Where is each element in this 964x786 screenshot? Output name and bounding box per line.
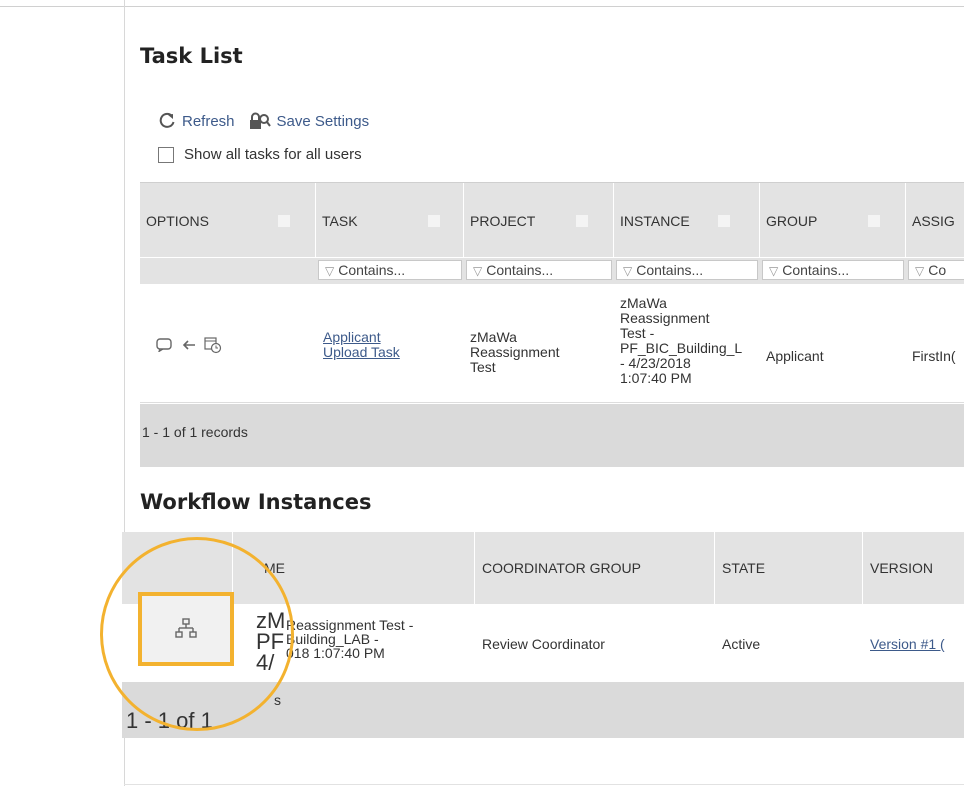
refresh-button[interactable]: Refresh — [158, 112, 235, 130]
workflow-diagram-button[interactable] — [138, 592, 234, 666]
col-version[interactable]: VERSION — [870, 560, 933, 576]
filter-icon: ▽ — [325, 264, 335, 278]
instance-cell: zMaWa Reassignment Test - PF_BIC_Buildin… — [620, 296, 742, 386]
column-menu-icon[interactable] — [718, 215, 730, 227]
col-task-label: TASK — [322, 213, 358, 229]
task-filter[interactable]: ▽ Contains... — [318, 260, 462, 280]
instance-filter-text: Contains... — [636, 262, 704, 278]
col-project-label: PROJECT — [470, 213, 536, 229]
instance-name: Reassignment Test - Building_LAB - 018 1… — [286, 618, 413, 660]
comment-icon[interactable] — [156, 338, 172, 352]
project-cell: zMaWa Reassignment Test — [470, 330, 560, 375]
bottom-divider — [124, 784, 964, 785]
instance-filter[interactable]: ▽ Contains... — [616, 260, 758, 280]
filter-icon: ▽ — [623, 264, 633, 278]
instance-line: PF_BIC_Building_L — [620, 340, 743, 356]
project-line: Reassignment — [470, 344, 560, 360]
filter-icon: ▽ — [915, 264, 925, 278]
task-link[interactable]: Applicant Upload Task — [323, 330, 400, 360]
project-line: zMaWa — [470, 329, 517, 345]
assignee-filter-text: Co — [928, 262, 947, 278]
column-menu-icon[interactable] — [868, 215, 880, 227]
col-options[interactable]: OPTIONS — [140, 183, 316, 257]
workflow-records-count: 1 - 1 of 1 — [126, 708, 213, 733]
workflow-row: zM PF 4/ Reassignment Test - Building_LA… — [122, 604, 964, 682]
assignee-filter[interactable]: ▽ Co — [908, 260, 964, 280]
top-divider — [0, 6, 964, 7]
version-link[interactable]: Version #1 ( — [870, 636, 945, 652]
coordinator-group-cell: Review Coordinator — [482, 636, 605, 652]
refresh-icon — [159, 112, 175, 128]
column-divider — [714, 532, 715, 604]
column-divider — [862, 532, 863, 604]
calendar-clock-icon[interactable] — [204, 336, 222, 354]
show-all-tasks[interactable]: Show all tasks for all users — [158, 146, 362, 163]
col-project[interactable]: PROJECT — [464, 183, 614, 257]
group-filter[interactable]: ▽ Contains... — [762, 260, 904, 280]
col-assignee[interactable]: ASSIG — [906, 183, 964, 257]
name-line: Building_LAB - — [286, 631, 379, 647]
column-menu-icon[interactable] — [428, 215, 440, 227]
name-fragment: zM — [256, 608, 286, 633]
col-instance[interactable]: INSTANCE — [614, 183, 760, 257]
instance-line: Test - — [620, 325, 655, 341]
save-settings-label: Save Settings — [276, 112, 370, 130]
assignee-cell: FirstIn( — [912, 348, 956, 364]
project-line: Test — [470, 359, 496, 375]
project-filter-text: Contains... — [486, 262, 554, 278]
col-instance-label: INSTANCE — [620, 213, 690, 229]
column-menu-icon[interactable] — [278, 215, 290, 227]
instance-line: Reassignment — [620, 310, 710, 326]
table-row: Applicant Upload Task zMaWa Reassignment… — [140, 286, 964, 403]
column-divider — [474, 532, 475, 604]
arrow-left-icon[interactable] — [182, 340, 196, 350]
instance-line: zMaWa — [620, 295, 667, 311]
hierarchy-icon — [175, 618, 197, 638]
col-assignee-label: ASSIG — [912, 213, 955, 229]
save-settings-icon — [249, 112, 271, 129]
filter-icon: ▽ — [473, 264, 483, 278]
refresh-label: Refresh — [182, 112, 235, 130]
task-link-line1[interactable]: Applicant — [323, 330, 400, 345]
show-all-checkbox[interactable] — [158, 146, 174, 163]
records-suffix: s — [274, 692, 281, 708]
filter-icon: ▽ — [769, 264, 779, 278]
task-filter-text: Contains... — [338, 262, 406, 278]
col-group-label: GROUP — [766, 213, 818, 229]
project-filter[interactable]: ▽ Contains... — [466, 260, 612, 280]
task-records-count: 1 - 1 of 1 records — [142, 424, 248, 440]
save-settings-button[interactable]: Save Settings — [249, 112, 370, 130]
task-grid: OPTIONS TASK PROJECT INSTANCE GROUP ASSI… — [140, 182, 964, 467]
group-cell: Applicant — [766, 348, 824, 364]
instance-name-large: zM PF 4/ — [256, 608, 286, 675]
show-all-label: Show all tasks for all users — [184, 146, 362, 163]
instance-line: 1:07:40 PM — [620, 370, 692, 386]
filter-row: ▽ Contains... ▽ Contains... ▽ Contains... ▽… — [140, 258, 964, 284]
name-line: 018 1:07:40 PM — [286, 645, 385, 661]
name-line: Reassignment Test - — [286, 617, 414, 633]
task-pager: 1 - 1 of 1 records — [140, 404, 964, 467]
workflow-pager: 1 - 1 of 1 s — [122, 682, 964, 738]
task-list-title: Task List — [140, 44, 243, 68]
workflow-grid-header: ME COORDINATOR GROUP STATE VERSION — [122, 532, 964, 604]
col-task[interactable]: TASK — [316, 183, 464, 257]
col-options-label: OPTIONS — [146, 213, 210, 229]
task-link-line2[interactable]: Upload Task — [323, 345, 400, 360]
workflow-instances-title: Workflow Instances — [140, 490, 372, 514]
instance-line: - 4/23/2018 — [620, 355, 691, 371]
task-grid-header: OPTIONS TASK PROJECT INSTANCE GROUP ASSI… — [140, 182, 964, 257]
column-menu-icon[interactable] — [576, 215, 588, 227]
col-name[interactable]: ME — [264, 560, 285, 576]
task-toolbar: Refresh Save Settings — [158, 112, 383, 130]
name-fragment: PF — [256, 629, 285, 654]
group-filter-text: Contains... — [782, 262, 850, 278]
col-state[interactable]: STATE — [722, 560, 765, 576]
state-cell: Active — [722, 636, 761, 652]
name-fragment: 4/ — [256, 650, 275, 675]
col-group[interactable]: GROUP — [760, 183, 906, 257]
col-coordinator-group[interactable]: COORDINATOR GROUP — [482, 560, 641, 576]
